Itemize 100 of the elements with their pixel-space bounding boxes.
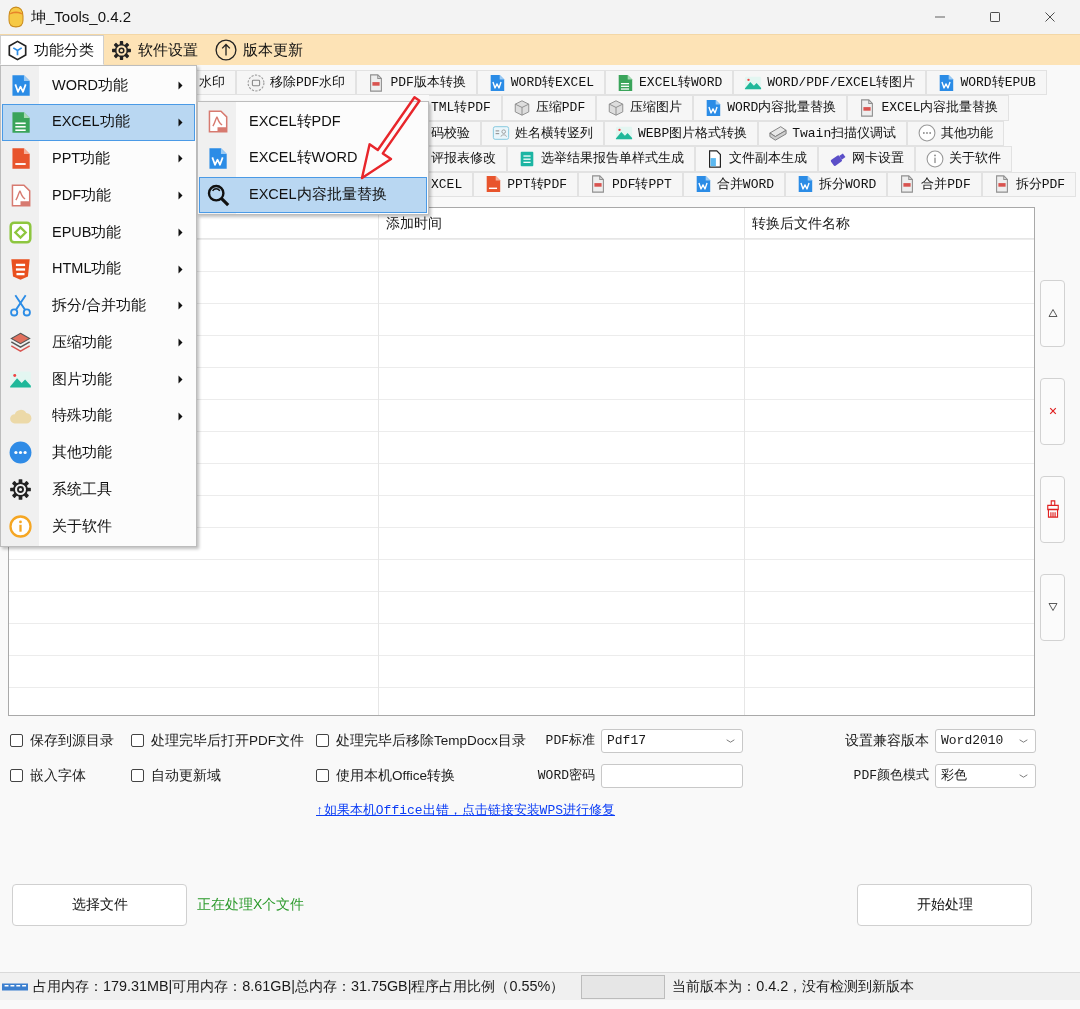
scissors-icon <box>9 294 32 318</box>
maximize-icon <box>989 12 1000 22</box>
menu-bar-item[interactable]: 版本更新 <box>208 35 313 65</box>
checkbox[interactable] <box>131 769 144 783</box>
clear-button[interactable] <box>1040 475 1065 543</box>
menu-item[interactable]: WORD功能 <box>2 67 195 104</box>
info-icon <box>9 514 32 538</box>
dropdown[interactable]: Pdf17 <box>601 728 743 753</box>
checkbox-label: 处理完毕后打开PDF文件 <box>151 731 304 750</box>
start-button[interactable]: 开始处理 <box>857 883 1032 926</box>
toolbar-button[interactable]: PDF转PPT <box>578 171 683 197</box>
menu-item[interactable]: EXCEL转WORD <box>199 139 427 177</box>
toolbar-button[interactable]: 合并WORD <box>682 171 786 197</box>
toolbar-button[interactable]: 合并PDF <box>887 171 982 197</box>
processing-status: 正在处理X个文件 <box>197 895 305 915</box>
menu-item[interactable]: 系统工具 <box>2 471 195 508</box>
menu-item[interactable]: EXCEL内容批量替换 <box>199 176 427 214</box>
layers-icon <box>9 331 32 355</box>
dropdown[interactable]: Word2010 <box>935 728 1036 753</box>
word-document-icon <box>937 73 956 92</box>
toolbar-button[interactable]: 拆分WORD <box>785 171 888 197</box>
toolbar-button[interactable]: EXCEL转WORD <box>605 70 734 96</box>
menu-bar-item[interactable]: 功能分类 <box>0 35 104 65</box>
toolbar-button[interactable]: 其他功能 <box>907 120 1005 147</box>
shield-icon <box>9 257 32 281</box>
menu-item[interactable]: PPT功能 <box>2 140 195 178</box>
menu-item[interactable]: PDF功能 <box>2 177 195 214</box>
column-header: 添加时间 <box>386 214 442 231</box>
toolbar-button[interactable]: TML转PDF <box>429 95 502 121</box>
toolbar-button[interactable]: 水印 <box>197 70 236 96</box>
toolbar-button[interactable]: WORD内容批量替换 <box>693 95 848 121</box>
up-arrow-circle-icon <box>215 39 237 61</box>
brush-icon <box>1045 500 1060 519</box>
menu-item[interactable]: EXCEL转PDF <box>199 103 427 140</box>
toolbar-button[interactable]: 评报表修改 <box>429 146 507 172</box>
word-document-icon <box>9 73 32 97</box>
checkbox[interactable] <box>10 769 23 783</box>
toolbar-button[interactable]: 拆分PDF <box>981 171 1077 197</box>
toolbar-button[interactable]: WORD转EXCEL <box>476 70 606 96</box>
menu-item[interactable]: 关于软件 <box>2 508 195 545</box>
scanner-icon <box>769 124 788 143</box>
checkbox-label: 使用本机Office转换 <box>336 766 455 785</box>
triangle-up-icon <box>1047 308 1058 319</box>
id-card-icon <box>492 124 510 143</box>
toolbar-button[interactable]: PDF版本转换 <box>356 70 477 96</box>
pdf-document-icon <box>206 109 229 133</box>
menu-item[interactable]: 图片功能 <box>2 361 195 398</box>
choose-file-button[interactable]: 选择文件 <box>12 883 187 926</box>
toolbar-button[interactable]: WEBP图片格式转换 <box>604 120 759 147</box>
toolbar-button[interactable]: Twain扫描仪调试 <box>758 120 908 147</box>
menu-item[interactable]: 拆分/合并功能 <box>2 287 195 325</box>
toolbar-button[interactable]: 选举结果报告单样式生成 <box>507 146 695 172</box>
password-field[interactable] <box>601 763 743 788</box>
toolbar-button[interactable]: 关于软件 <box>915 146 1012 172</box>
gear-icon <box>9 478 32 502</box>
dashed-circle-icon <box>247 73 265 92</box>
ebook-icon <box>9 220 32 244</box>
checkbox[interactable] <box>316 734 329 748</box>
box-icon <box>607 99 626 118</box>
toolbar-button[interactable]: WORD转EPUB <box>926 70 1047 96</box>
toolbar-button[interactable]: WORD/PDF/EXCEL转图片 <box>733 70 927 96</box>
menu-item[interactable]: 其他功能 <box>2 434 195 472</box>
checkbox[interactable] <box>316 769 329 783</box>
toolbar-button[interactable]: 文件副本生成 <box>695 146 818 172</box>
menu-bar-item[interactable]: 软件设置 <box>104 35 208 65</box>
toolbar-button[interactable]: 压缩PDF <box>501 95 597 121</box>
box-icon <box>512 99 531 118</box>
slides-document-icon <box>9 147 32 171</box>
menu-item[interactable]: 特殊功能 <box>2 397 195 435</box>
list-document-icon <box>518 149 536 168</box>
menu-item[interactable]: 压缩功能 <box>2 324 195 361</box>
dropdown[interactable]: 彩色 <box>935 763 1036 788</box>
menu-item[interactable]: HTML功能 <box>2 250 195 288</box>
checkbox[interactable] <box>131 734 144 748</box>
version-status: 当前版本为：0.4.2，没有检测到新版本 <box>672 976 915 996</box>
more-icon <box>918 124 937 143</box>
toolbar-button[interactable]: 网卡设置 <box>818 146 915 172</box>
triangle-down-icon <box>1047 602 1058 613</box>
toolbar-button[interactable]: PPT转PDF <box>473 171 579 197</box>
toolbar-button[interactable]: 姓名横转竖列 <box>481 120 604 147</box>
toolbar-button[interactable]: XCEL <box>429 171 474 197</box>
checkbox-label: 嵌入字体 <box>30 766 86 785</box>
toolbar-button[interactable]: 码校验 <box>429 120 481 147</box>
checkbox-label: 处理完毕后移除TempDocx目录 <box>336 731 526 750</box>
cube-icon <box>7 39 28 61</box>
pdf-document-icon <box>9 184 32 208</box>
checkbox[interactable] <box>10 734 23 748</box>
toolbar-button[interactable]: 压缩图片 <box>596 95 694 121</box>
memory-chip-icon <box>2 981 28 992</box>
menu-item[interactable]: EXCEL功能 <box>2 103 195 141</box>
checkbox-label: 保存到源目录 <box>30 731 114 750</box>
spreadsheet-document-icon <box>9 110 32 134</box>
close-icon <box>1044 12 1055 22</box>
field-label: 设置兼容版本 <box>845 731 929 751</box>
field-label: WORD密码 <box>537 767 595 786</box>
toolbar-button[interactable]: EXCEL内容批量替换 <box>847 95 1010 121</box>
menu-item[interactable]: EPUB功能 <box>2 214 195 251</box>
help-link[interactable]: ↑如果本机Office出错，点击链接安装WPS进行修复 <box>316 801 615 821</box>
toolbar-button[interactable]: 移除PDF水印 <box>236 70 357 96</box>
search-icon <box>205 182 230 207</box>
